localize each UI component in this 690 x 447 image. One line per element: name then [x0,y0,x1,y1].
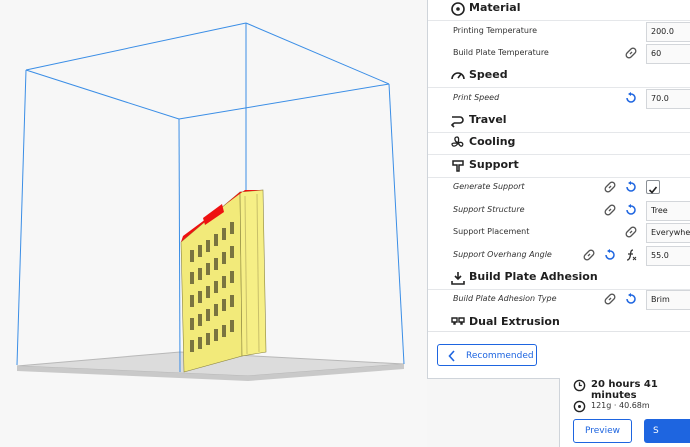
category-label: Support [469,158,519,171]
category-build-plate-adhesion[interactable]: Build Plate Adhesion [428,267,690,290]
print-estimate-panel: 20 hours 41 minutes 121g · 40.68m Previe… [559,378,690,447]
material-spool-icon [451,2,465,16]
build-volume-scene [16,22,405,381]
link-icon[interactable] [603,292,617,306]
category-support[interactable]: Support [428,155,690,178]
reset-icon[interactable] [603,248,617,262]
category-travel[interactable]: Travel [428,110,690,133]
setting-label: Generate Support [453,182,525,191]
adhesion-type-dropdown[interactable]: Brim [646,290,690,310]
function-icon[interactable] [624,248,638,262]
setting-support-placement: Support Placement Everywhere [428,222,690,244]
preview-button[interactable]: Preview [573,419,632,443]
setting-adhesion-type: Build Plate Adhesion Type Brim [428,289,690,311]
reset-icon[interactable] [624,292,638,306]
slice-button[interactable]: S [644,419,690,443]
setting-label: Support Structure [453,205,525,214]
spool-icon [573,400,586,413]
category-cooling[interactable]: Cooling [428,132,690,155]
category-label: Cooling [469,135,516,148]
print-settings-panel: Material Printing Temperature 200.0 Buil… [427,0,690,379]
setting-generate-support: Generate Support [428,177,690,199]
adhesion-icon [451,272,465,285]
category-label: Travel [469,113,507,126]
3d-viewport[interactable] [0,0,427,447]
print-speed-field[interactable]: 70.0 [646,89,690,109]
setting-print-speed: Print Speed 70.0 [428,88,690,110]
setting-label: Build Plate Adhesion Type [453,294,557,303]
speedometer-icon [451,72,465,80]
recommended-button[interactable]: Recommended [437,344,537,366]
recommended-bar: Recommended [428,331,690,378]
generate-support-checkbox[interactable] [646,180,660,194]
link-icon[interactable] [624,46,638,60]
link-icon[interactable] [624,225,638,239]
category-label: Build Plate Adhesion [469,270,598,283]
support-overhang-angle-field[interactable]: 55.0 [646,246,690,266]
link-icon[interactable] [582,248,596,262]
support-icon [452,160,464,172]
support-placement-dropdown[interactable]: Everywhere [646,223,690,243]
print-time: 20 hours 41 minutes [591,379,658,401]
travel-icon [450,116,464,128]
setting-label: Print Speed [453,93,500,102]
build-plate-temperature-field[interactable]: 60 [646,44,690,64]
setting-label: Printing Temperature [453,26,537,35]
fan-icon [451,136,464,147]
printing-temperature-field[interactable]: 200.0 [646,22,690,42]
setting-label: Support Overhang Angle [453,250,552,259]
reset-icon[interactable] [624,180,638,194]
support-structure-dropdown[interactable]: Tree [646,201,690,221]
category-material[interactable]: Material [428,0,690,21]
recommended-label: Recommended [466,351,534,361]
chevron-left-icon [448,350,455,362]
checkmark-icon [648,186,658,194]
material-usage: 121g · 40.68m [591,401,650,410]
3d-model [180,189,267,373]
link-icon[interactable] [603,180,617,194]
category-speed[interactable]: Speed [428,65,690,88]
setting-label: Support Placement [453,227,530,236]
setting-label: Build Plate Temperature [453,48,549,57]
category-label: Speed [469,68,508,81]
link-icon[interactable] [603,203,617,217]
reset-icon[interactable] [624,91,638,105]
setting-printing-temperature: Printing Temperature 200.0 [428,21,690,43]
setting-build-plate-temperature: Build Plate Temperature 60 [428,43,690,65]
setting-support-structure: Support Structure Tree [428,200,690,222]
reset-icon[interactable] [624,203,638,217]
category-label: Material [469,1,521,14]
category-label: Dual Extrusion [469,315,560,328]
setting-support-overhang-angle: Support Overhang Angle 55.0 [428,245,690,267]
clock-icon [573,379,586,392]
dual-extrusion-icon [451,317,465,325]
